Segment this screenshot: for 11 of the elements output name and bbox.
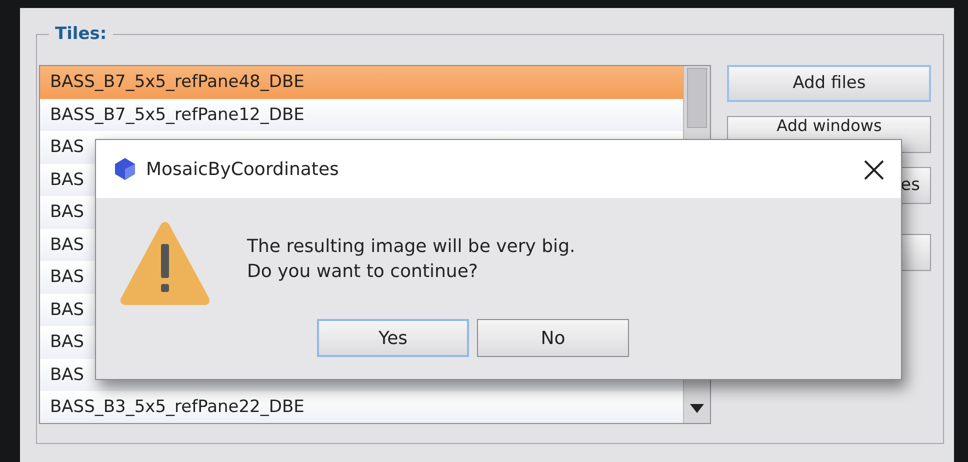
scroll-down-icon[interactable] [690,404,704,413]
yes-button[interactable]: Yes [317,319,469,357]
side-button[interactable]: Add files [727,65,931,102]
list-item[interactable]: BASS_B7_5x5_refPane48_DBE [40,66,684,98]
scroll-thumb[interactable] [687,68,708,128]
dialog-title: MosaicByCoordinates [146,158,340,182]
no-button[interactable]: No [477,319,629,357]
dialog-message: The resulting image will be very big. Do you want to continue? [247,235,576,284]
list-item[interactable]: BASS_B7_5x5_refPane12_DBE [40,98,684,131]
list-item[interactable]: BASS_B3_5x5_refPane22_DBE [40,391,684,423]
app-icon [114,157,136,181]
